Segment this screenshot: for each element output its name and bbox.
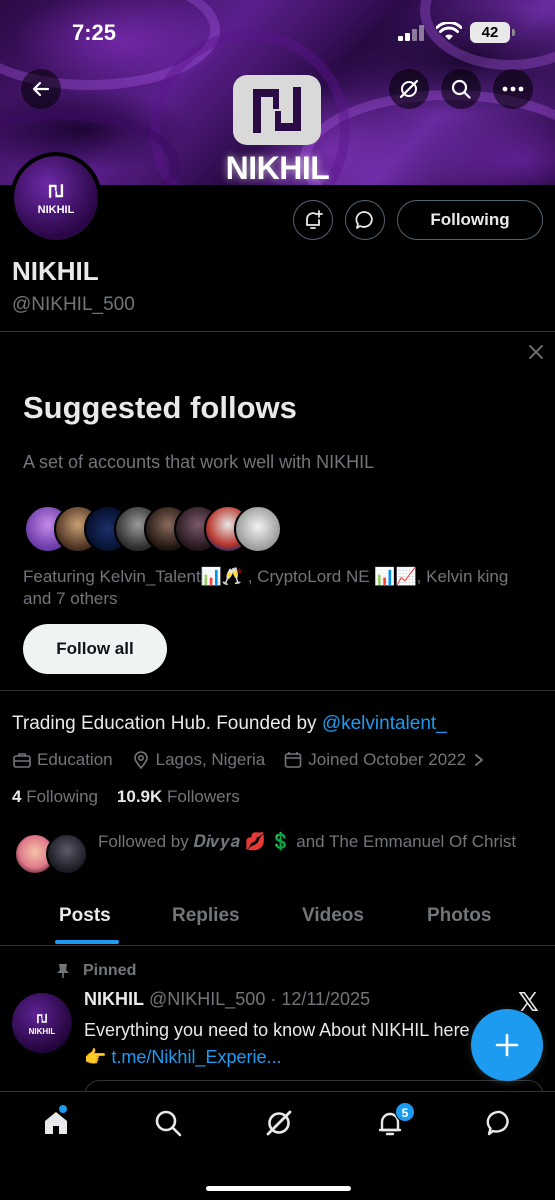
following-count-link[interactable]: 4 Following [12, 787, 98, 806]
meta-category: Education [12, 750, 113, 770]
pinned-label: Pinned [57, 962, 137, 980]
follow-counts: 4 Following 10.9K Followers [12, 787, 240, 807]
follow-all-button[interactable]: Follow all [23, 624, 167, 674]
wifi-icon [436, 22, 462, 40]
active-tab-indicator [55, 940, 119, 944]
notifications-subscribe-button[interactable] [293, 200, 333, 240]
notifications-badge: 5 [395, 1102, 415, 1122]
brand-logo-icon [48, 184, 64, 198]
divider [0, 331, 555, 332]
tab-photos[interactable]: Photos [427, 905, 491, 927]
tab-replies[interactable]: Replies [172, 905, 240, 927]
post-text[interactable]: Everything you need to know About NIKHIL… [84, 1017, 474, 1071]
profile-meta: Education Lagos, Nigeria Joined October … [12, 748, 552, 772]
meta-location: Lagos, Nigeria [131, 750, 266, 770]
followers-label: Followers [162, 787, 240, 806]
followed-by-text[interactable]: Followed by 𝑫𝒊𝒗𝒚𝒂 💋 💲 and The Emmanuel O… [98, 826, 518, 857]
suggested-follows-title: Suggested follows [23, 390, 297, 425]
cellular-signal-icon [398, 25, 428, 41]
profile-display-name: NIKHIL [12, 256, 99, 286]
brand-logo-icon [37, 1013, 47, 1023]
following-label: Following [21, 787, 99, 806]
divider [0, 945, 555, 946]
briefcase-icon [13, 753, 31, 768]
home-icon[interactable] [41, 1108, 71, 1138]
close-icon[interactable] [524, 340, 548, 364]
bio-text: Trading Education Hub. Founded by [12, 713, 322, 734]
suggested-follows-subtitle: A set of accounts that work well with NI… [23, 452, 375, 472]
bell-plus-icon [306, 210, 323, 229]
search-button[interactable] [441, 69, 481, 109]
calendar-icon [284, 752, 302, 768]
followers-count: 10.9K [116, 787, 163, 806]
chevron-right-icon [475, 754, 484, 766]
followed-by-avatar [46, 833, 88, 875]
status-bar: 7:25 42 [0, 0, 555, 60]
following-button[interactable]: Following [397, 200, 543, 240]
tab-posts[interactable]: Posts [59, 905, 111, 927]
tab-videos[interactable]: Videos [302, 905, 364, 927]
status-time: 7:25 [72, 20, 117, 45]
profile-avatar[interactable]: NIKHIL [10, 152, 102, 244]
divider [0, 690, 555, 691]
pinned-text: Pinned [83, 962, 137, 979]
post-author-avatar[interactable]: NIKHIL [12, 993, 72, 1053]
grok-icon [399, 79, 419, 99]
home-unread-dot [59, 1105, 67, 1113]
plus-icon [495, 1033, 519, 1057]
chat-bubble-icon [355, 211, 373, 229]
profile-bio: Trading Education Hub. Founded by @kelvi… [12, 713, 447, 735]
post-header: NIKHIL @NIKHIL_500 · 12/11/2025 [84, 989, 370, 1010]
post-avatar-name: NIKHIL [28, 1026, 56, 1036]
search-icon[interactable] [153, 1108, 183, 1138]
avatar-brand-name: NIKHIL [37, 204, 75, 216]
messages-icon[interactable] [485, 1108, 515, 1138]
profile-handle: @NIKHIL_500 [12, 294, 135, 315]
back-button[interactable] [21, 69, 61, 109]
meta-category-label: Education [37, 750, 113, 769]
message-button[interactable] [345, 200, 385, 240]
compose-button[interactable] [471, 1009, 543, 1081]
meta-joined-label: Joined October 2022 [308, 750, 467, 769]
post-author-name[interactable]: NIKHIL [84, 989, 144, 1009]
meta-location-label: Lagos, Nigeria [155, 750, 266, 769]
profile-tabs: Posts Replies Videos Photos [0, 893, 555, 947]
post-link[interactable]: t.me/Nikhil_Experie... [111, 1047, 281, 1067]
location-pin-icon [133, 751, 148, 770]
battery-indicator: 42 [470, 22, 515, 43]
search-icon [451, 79, 471, 99]
brand-logo-icon [233, 75, 321, 145]
followers-count-link[interactable]: 10.9K Followers [117, 787, 240, 806]
grok-icon[interactable] [264, 1108, 294, 1138]
meta-joined[interactable]: Joined October 2022 [283, 750, 491, 770]
suggested-featuring-text: Featuring Kelvin_Talent📊🥂 , CryptoLord N… [23, 567, 509, 608]
grok-button[interactable] [389, 69, 429, 109]
pin-icon [57, 964, 69, 978]
bio-mention-link[interactable]: @kelvintalent_ [322, 713, 447, 734]
more-options-button[interactable] [493, 69, 533, 109]
more-horizontal-icon [502, 86, 524, 92]
suggested-avatars[interactable] [24, 505, 324, 553]
post-handle-date: @NIKHIL_500 · 12/11/2025 [144, 989, 371, 1009]
suggested-avatar [234, 505, 282, 553]
arrow-left-icon [32, 81, 50, 97]
home-indicator [206, 1186, 351, 1191]
bottom-navigation: 5 [0, 1091, 555, 1200]
